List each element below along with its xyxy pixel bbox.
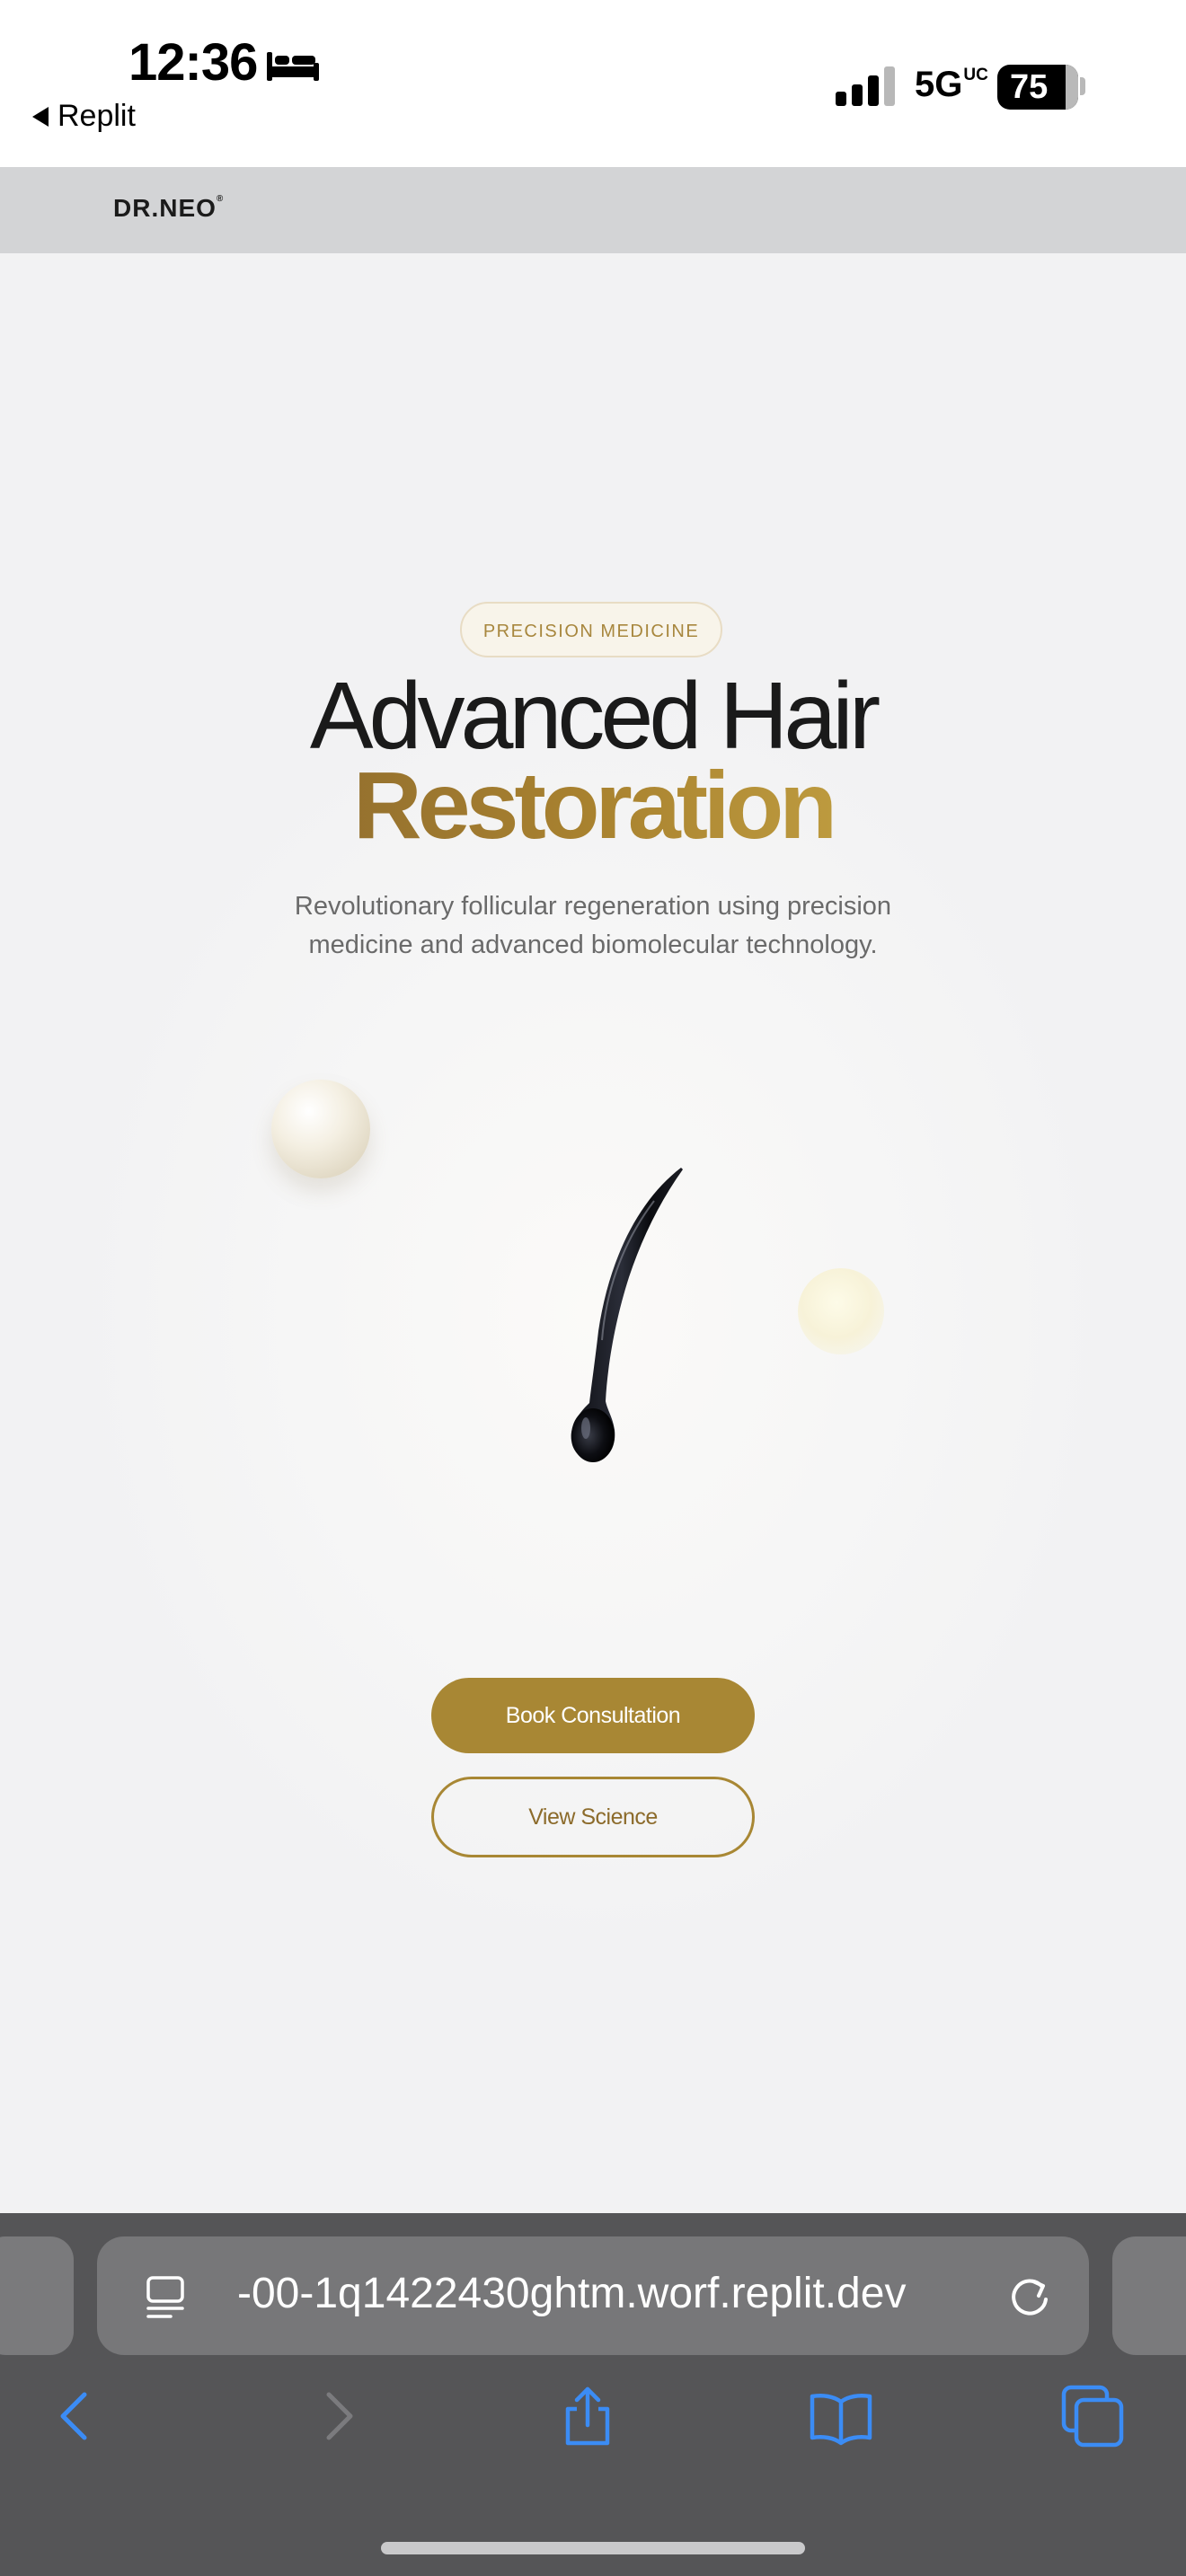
previous-tab-preview[interactable] xyxy=(0,2236,74,2355)
hero-subtitle: Revolutionary follicular regeneration us… xyxy=(294,892,892,959)
hero-headline-line2: Restoration xyxy=(0,758,1186,853)
hair-strand-illustration xyxy=(571,1168,683,1462)
precision-medicine-badge: PRECISION MEDICINE xyxy=(460,602,722,657)
site-logo[interactable]: DR.NEO® xyxy=(113,194,224,223)
status-bar: 12:36 Replit 5GUC 75 xyxy=(0,0,1186,167)
signal-bars-icon xyxy=(836,66,895,106)
bed-icon xyxy=(267,52,319,81)
home-indicator[interactable] xyxy=(381,2542,805,2554)
back-triangle-icon xyxy=(32,106,49,127)
status-time: 12:36 xyxy=(128,33,258,92)
battery-nub xyxy=(1080,77,1085,95)
battery-icon: 75 xyxy=(997,65,1078,110)
url-text: -00-1q1422430ghtm.worf.replit.dev xyxy=(237,2270,907,2317)
network-suffix: UC xyxy=(963,65,988,84)
back-to-app-link[interactable]: Replit xyxy=(32,99,136,134)
battery-level: 75 xyxy=(1010,68,1049,106)
reload-icon[interactable] xyxy=(1006,2272,1053,2319)
safari-toolbar: -00-1q1422430ghtm.worf.replit.dev xyxy=(0,2213,1186,2576)
network-type: 5GUC xyxy=(915,65,988,105)
share-icon[interactable] xyxy=(555,2384,620,2448)
site-header: DR.NEO® xyxy=(0,167,1186,253)
pearl-sphere-small xyxy=(798,1268,884,1354)
address-bar[interactable]: -00-1q1422430ghtm.worf.replit.dev xyxy=(97,2236,1089,2355)
pearl-sphere-large xyxy=(271,1080,370,1178)
page-menu-icon[interactable] xyxy=(144,2274,187,2321)
logo-mark: ® xyxy=(216,194,225,204)
bookmarks-icon[interactable] xyxy=(809,2384,873,2448)
logo-text: DR.NEO xyxy=(113,194,217,222)
forward-icon[interactable] xyxy=(305,2384,370,2448)
network-label: 5G xyxy=(915,65,963,104)
hero-section: PRECISION MEDICINE Advanced Hair Restora… xyxy=(0,253,1186,2213)
view-science-button[interactable]: View Science xyxy=(431,1777,755,1857)
hero-headline-line1: Advanced Hair xyxy=(309,663,881,769)
tabs-icon[interactable] xyxy=(1060,2384,1125,2448)
book-consultation-button[interactable]: Book Consultation xyxy=(431,1678,755,1753)
back-app-label: Replit xyxy=(58,99,136,133)
back-icon[interactable] xyxy=(43,2384,108,2448)
next-tab-preview[interactable] xyxy=(1112,2236,1186,2355)
